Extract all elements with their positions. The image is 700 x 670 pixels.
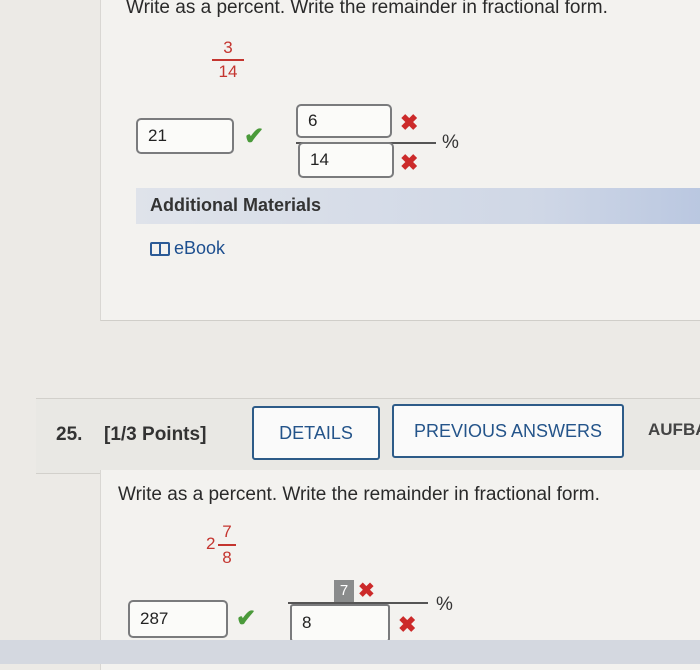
fraction-denominator: 14 [218, 62, 238, 81]
remainder-numerator-input[interactable]: 6 [296, 104, 392, 138]
fraction-numerator: 7 [222, 522, 232, 541]
percent-symbol: % [442, 132, 459, 153]
remainder-denominator-input[interactable]: 14 [298, 142, 394, 178]
additional-materials-title: Additional Materials [150, 195, 322, 215]
fraction-bar [212, 59, 244, 61]
bottom-strip [0, 640, 700, 664]
book-icon [150, 241, 170, 256]
fraction-numerator: 3 [223, 38, 233, 57]
ebook-label: eBook [174, 238, 226, 258]
check-icon: ✔ [244, 123, 265, 150]
question-24-instruction: Write as a percent. Write the remainder … [126, 0, 608, 18]
points-label: [1/3 Points] [104, 424, 207, 445]
fraction-denominator: 8 [222, 548, 232, 567]
previous-answers-button[interactable]: PREVIOUS ANSWERS [392, 404, 624, 458]
x-icon: ✖ [400, 150, 419, 175]
remainder-denominator-input[interactable]: 8 [290, 604, 390, 642]
percent-symbol: % [436, 594, 453, 615]
x-icon: ✖ [358, 580, 375, 602]
x-icon: ✖ [398, 612, 417, 637]
whole-number-input[interactable]: 21 [136, 118, 234, 154]
fraction-bar [218, 544, 236, 546]
whole-number-input[interactable]: 287 [128, 600, 228, 638]
source-label: AUFBA [648, 420, 700, 439]
remainder-numerator-input[interactable]: 7 [334, 580, 354, 602]
x-icon: ✖ [400, 110, 419, 135]
mixed-whole: 2 [206, 534, 216, 553]
ebook-link[interactable]: eBook [150, 238, 225, 259]
check-icon: ✔ [236, 605, 257, 632]
details-button[interactable]: DETAILS [252, 406, 380, 460]
question-25-instruction: Write as a percent. Write the remainder … [118, 484, 600, 505]
question-number: 25. [56, 424, 83, 445]
